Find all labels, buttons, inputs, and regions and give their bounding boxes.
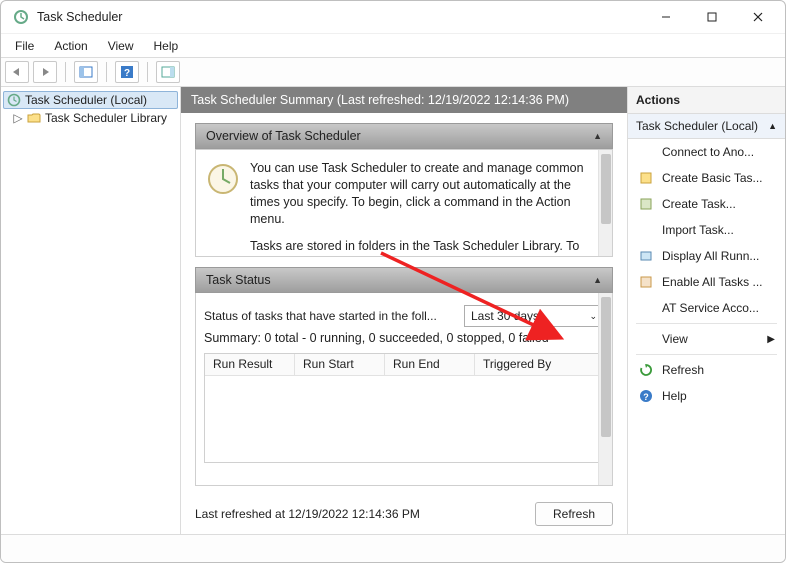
actions-context-header[interactable]: Task Scheduler (Local) ▲ (628, 114, 785, 139)
actions-title: Actions (628, 87, 785, 114)
overview-p1: You can use Task Scheduler to create and… (250, 160, 602, 228)
overview-p2: Tasks are stored in folders in the Task … (250, 238, 602, 258)
col-triggered-by[interactable]: Triggered By (475, 354, 603, 375)
overview-header[interactable]: Overview of Task Scheduler ▲ (195, 123, 613, 149)
forward-button[interactable] (33, 61, 57, 83)
clock-icon (7, 93, 21, 107)
action-create-basic[interactable]: Create Basic Tas... (628, 165, 785, 191)
titlebar: Task Scheduler (1, 1, 785, 33)
wizard-icon (638, 170, 654, 186)
close-button[interactable] (735, 1, 781, 33)
actions-pane: Actions Task Scheduler (Local) ▲ Connect… (627, 87, 785, 534)
actions-context-label: Task Scheduler (Local) (636, 119, 758, 133)
action-import-task[interactable]: Import Task... (628, 217, 785, 243)
back-button[interactable] (5, 61, 29, 83)
expand-icon[interactable]: ▷ (13, 111, 23, 125)
window: Task Scheduler File Action View Help ? T… (0, 0, 786, 563)
action-at-service[interactable]: AT Service Acco... (628, 295, 785, 321)
clock-large-icon (206, 162, 240, 196)
chevron-down-icon: ⌄ (589, 311, 597, 322)
menu-action[interactable]: Action (46, 37, 95, 55)
tree-root[interactable]: Task Scheduler (Local) (3, 91, 178, 109)
task-icon (638, 196, 654, 212)
collapse-icon[interactable]: ▲ (593, 131, 602, 141)
overview-box: You can use Task Scheduler to create and… (195, 149, 613, 257)
blank-icon (638, 144, 654, 160)
overview-title: Overview of Task Scheduler (206, 129, 361, 143)
tree-pane: Task Scheduler (Local) ▷ Task Scheduler … (1, 87, 181, 534)
task-status-title: Task Status (206, 273, 271, 287)
body: Task Scheduler (Local) ▷ Task Scheduler … (1, 87, 785, 534)
svg-text:?: ? (124, 68, 130, 79)
collapse-icon[interactable]: ▲ (768, 121, 777, 131)
menu-file[interactable]: File (7, 37, 42, 55)
submenu-arrow-icon: ▶ (767, 334, 775, 345)
menu-view[interactable]: View (100, 37, 142, 55)
action-refresh[interactable]: Refresh (628, 357, 785, 383)
menu-help[interactable]: Help (146, 37, 187, 55)
status-combo-value: Last 30 days (471, 309, 539, 323)
last-refreshed-label: Last refreshed at 12/19/2022 12:14:36 PM (195, 507, 420, 521)
app-icon (13, 9, 29, 25)
toolbar: ? (1, 57, 785, 87)
action-display-running[interactable]: Display All Runn... (628, 243, 785, 269)
menubar: File Action View Help (1, 33, 785, 57)
window-title: Task Scheduler (37, 10, 122, 24)
blank-icon (638, 222, 654, 238)
help-icon: ? (638, 388, 654, 404)
refresh-button[interactable]: Refresh (535, 502, 613, 526)
blank-icon (638, 300, 654, 316)
show-action-pane-button[interactable] (156, 61, 180, 83)
tree-root-label: Task Scheduler (Local) (25, 93, 147, 107)
status-period-combo[interactable]: Last 30 days ⌄ (464, 305, 604, 327)
blank-icon (638, 331, 654, 347)
tree-child[interactable]: ▷ Task Scheduler Library (3, 109, 178, 127)
minimize-button[interactable] (643, 1, 689, 33)
collapse-icon[interactable]: ▲ (593, 275, 602, 285)
col-run-start[interactable]: Run Start (295, 354, 385, 375)
col-run-end[interactable]: Run End (385, 354, 475, 375)
result-table: Run Result Run Start Run End Triggered B… (204, 353, 604, 463)
status-scrollbar[interactable] (598, 293, 612, 485)
action-connect[interactable]: Connect to Ano... (628, 139, 785, 165)
show-hide-tree-button[interactable] (74, 61, 98, 83)
center-pane: Task Scheduler Summary (Last refreshed: … (181, 87, 627, 534)
summary-header: Task Scheduler Summary (Last refreshed: … (181, 87, 627, 113)
task-status-header[interactable]: Task Status ▲ (195, 267, 613, 293)
history-icon (638, 274, 654, 290)
statusbar (1, 534, 785, 562)
maximize-button[interactable] (689, 1, 735, 33)
action-enable-history[interactable]: Enable All Tasks ... (628, 269, 785, 295)
action-help[interactable]: ? Help (628, 383, 785, 409)
tree-child-label: Task Scheduler Library (45, 111, 167, 125)
action-create-task[interactable]: Create Task... (628, 191, 785, 217)
col-run-result[interactable]: Run Result (205, 354, 295, 375)
status-summary: Summary: 0 total - 0 running, 0 succeede… (196, 327, 612, 347)
folder-icon (27, 111, 41, 125)
svg-text:?: ? (643, 392, 649, 402)
overview-scrollbar[interactable] (598, 150, 612, 256)
action-view[interactable]: View ▶ (628, 326, 785, 352)
running-icon (638, 248, 654, 264)
center-footer: Last refreshed at 12/19/2022 12:14:36 PM… (181, 492, 627, 534)
refresh-icon (638, 362, 654, 378)
status-label: Status of tasks that have started in the… (204, 309, 454, 323)
help-button[interactable]: ? (115, 61, 139, 83)
